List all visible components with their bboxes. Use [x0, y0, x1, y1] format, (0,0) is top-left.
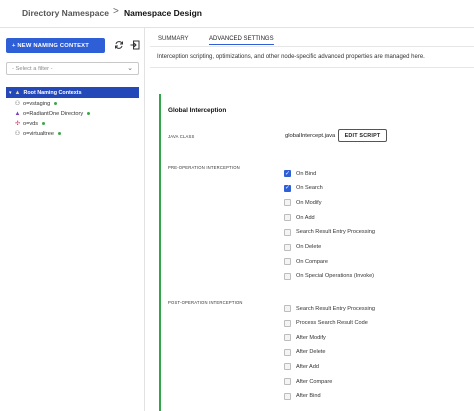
- checkbox[interactable]: [284, 305, 291, 312]
- import-icon[interactable]: [129, 39, 141, 51]
- naming-context-sidebar: + NEW NAMING CONTEXT - Select a filter -…: [0, 28, 145, 411]
- chevron-down-icon: ⌄: [127, 65, 133, 72]
- tree-item-vstaging[interactable]: ⚇ o=vstaging: [14, 99, 58, 108]
- checkbox[interactable]: [284, 348, 291, 356]
- checkbox-label: On Compare: [296, 258, 329, 265]
- post-operation-label: POST-OPERATION INTERCEPTION: [168, 300, 243, 305]
- filter-placeholder: - Select a filter -: [12, 65, 53, 72]
- checkbox[interactable]: [284, 392, 291, 400]
- section-title: Global Interception: [168, 107, 227, 114]
- breadcrumb-parent-link[interactable]: Directory Namespace: [22, 8, 109, 18]
- check-icon: ✓: [284, 185, 291, 192]
- status-dot: [42, 122, 46, 125]
- java-class-label: JAVA CLASS: [168, 134, 195, 139]
- chevron-right-icon: >: [113, 6, 119, 17]
- tab-advanced-settings[interactable]: ADVANCED SETTINGS: [209, 36, 274, 45]
- post-checkbox-row[interactable]: After Compare: [284, 377, 332, 386]
- check-icon: ✓: [284, 170, 291, 177]
- plus-node-icon: ✣: [14, 121, 21, 127]
- post-checkbox-row[interactable]: Process Search Result Code: [284, 319, 368, 328]
- checkbox[interactable]: [284, 363, 291, 371]
- checkbox-label: On Delete: [296, 244, 322, 250]
- checkbox[interactable]: [284, 243, 291, 251]
- pre-checkbox-row[interactable]: On Compare: [284, 257, 328, 266]
- purple-triangle-icon: ▲: [14, 110, 21, 117]
- post-checkbox-row[interactable]: After Bind: [284, 392, 321, 401]
- checkbox[interactable]: [284, 378, 291, 385]
- checkbox-label: On Special Operations (Invoke): [296, 273, 375, 280]
- edit-script-button[interactable]: EDIT SCRIPT: [338, 129, 387, 142]
- caret-down-icon[interactable]: ▾: [9, 90, 12, 96]
- breadcrumb-current: Namespace Design: [124, 8, 202, 18]
- java-class-value: globalIntercept.java: [285, 133, 336, 139]
- post-checkbox-row[interactable]: After Add: [284, 362, 319, 371]
- tab-divider: [150, 46, 474, 47]
- checkbox-label: After Delete: [296, 349, 326, 356]
- tree-item-label: o=RadiantOne Directory: [23, 110, 84, 117]
- filter-select[interactable]: - Select a filter - ⌄: [6, 62, 139, 75]
- checkbox-label: After Compare: [296, 378, 333, 385]
- tree-item-label: o=vstaging: [23, 100, 51, 107]
- pre-checkbox-row[interactable]: On Delete: [284, 243, 321, 252]
- page-description: Interception scripting, optimizations, a…: [157, 54, 425, 60]
- tree-root-naming-contexts[interactable]: ▾ ▲ Root Naming Contexts: [6, 87, 139, 98]
- checkbox-label: On Bind: [296, 170, 317, 177]
- status-dot: [54, 102, 58, 105]
- checkbox[interactable]: [284, 199, 291, 207]
- checkbox-label: On Modify: [296, 199, 322, 206]
- checkbox-label: Search Result Entry Processing: [296, 229, 375, 236]
- tree-item-vds[interactable]: ✣ o=vds: [14, 119, 46, 128]
- status-dot: [87, 112, 91, 115]
- pre-checkbox-row[interactable]: ✓ On Bind: [284, 169, 316, 178]
- checkbox-label: Search Result Entry Processing: [296, 305, 375, 312]
- checkbox[interactable]: [284, 272, 291, 280]
- node-icon: ⚇: [14, 131, 21, 137]
- tree-item-virtualtree[interactable]: ⚇ o=virtualtree: [14, 129, 61, 138]
- post-checkbox-row[interactable]: Search Result Entry Processing: [284, 304, 375, 313]
- checkbox[interactable]: [284, 228, 291, 236]
- divider: [150, 67, 474, 68]
- checkbox-label: After Modify: [296, 334, 326, 341]
- checkbox-label: After Add: [296, 363, 320, 370]
- tree-item-label: o=vds: [23, 120, 39, 127]
- pre-checkbox-row[interactable]: On Add: [284, 213, 315, 222]
- pre-checkbox-row[interactable]: ✓ On Search: [284, 184, 323, 193]
- tree-root-label: Root Naming Contexts: [23, 89, 82, 96]
- checkbox-label: After Bind: [296, 393, 321, 400]
- status-dot: [57, 132, 61, 135]
- checkbox-label: On Add: [296, 214, 315, 221]
- checkbox-label: Process Search Result Code: [296, 320, 368, 327]
- checkbox-checked[interactable]: ✓: [284, 184, 291, 192]
- checkbox-label: On Search: [296, 185, 323, 192]
- checkbox[interactable]: [284, 334, 291, 342]
- pre-checkbox-row[interactable]: On Special Operations (Invoke): [284, 272, 374, 281]
- node-icon: ⚇: [14, 101, 21, 107]
- section-accent-bar: [159, 94, 161, 411]
- checkbox-checked[interactable]: ✓: [284, 170, 291, 177]
- tab-summary[interactable]: SUMMARY: [158, 36, 189, 42]
- tree-item-label: o=virtualtree: [23, 130, 54, 137]
- pre-checkbox-row[interactable]: On Modify: [284, 198, 322, 207]
- checkbox[interactable]: [284, 319, 291, 327]
- post-checkbox-row[interactable]: After Delete: [284, 348, 326, 357]
- checkbox[interactable]: [284, 214, 291, 222]
- warning-triangle-icon: ▲: [14, 89, 21, 96]
- refresh-icon[interactable]: [113, 39, 125, 51]
- new-naming-context-button[interactable]: + NEW NAMING CONTEXT: [6, 38, 105, 53]
- tree-item-radiantone-directory[interactable]: ▲ o=RadiantOne Directory: [14, 109, 91, 118]
- pre-checkbox-row[interactable]: Search Result Entry Processing: [284, 228, 375, 237]
- post-checkbox-row[interactable]: After Modify: [284, 333, 326, 342]
- pre-operation-label: PRE-OPERATION INTERCEPTION: [168, 165, 240, 170]
- breadcrumb: Directory Namespace > Namespace Design: [0, 0, 474, 28]
- checkbox[interactable]: [284, 258, 291, 266]
